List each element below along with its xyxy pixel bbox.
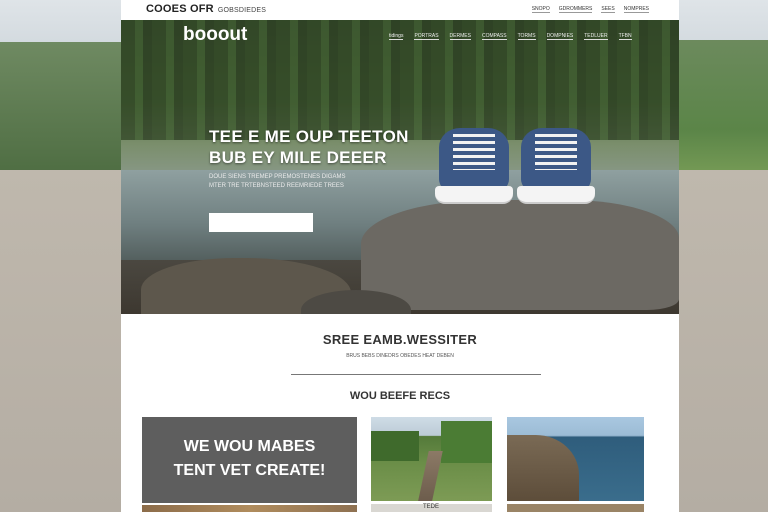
- promo-card-photo-strip: [142, 505, 357, 512]
- website-mockup: COOES OFR GOBSDIEDES SNOPO GDROMMERS SEES…: [121, 0, 679, 512]
- top-brand-name: COOES OFR: [146, 3, 214, 15]
- nav-item[interactable]: DOMPNIES: [546, 33, 574, 40]
- hero-tagline-line-2: MTER TRE TRTEBNSTEED REEMRIEDE TREES: [209, 183, 344, 189]
- sneaker-laces: [453, 134, 495, 170]
- coast-photo-card[interactable]: [507, 417, 644, 501]
- hero-headline-line-2: BUB EY MILE DEEER: [209, 148, 387, 167]
- nav-item[interactable]: PORTRAS: [414, 33, 439, 40]
- nav-item[interactable]: TORMS: [517, 33, 536, 40]
- nav-item[interactable]: TEDLUER: [584, 33, 608, 40]
- site-logo[interactable]: booout: [183, 24, 247, 46]
- coast-card-strip: [507, 504, 644, 512]
- big-rock: [361, 200, 679, 310]
- railway-card-label: TEDE: [423, 504, 440, 510]
- top-link[interactable]: SNOPO: [531, 6, 550, 13]
- railway-track: [417, 451, 443, 501]
- hero-search-input[interactable]: [209, 213, 313, 232]
- top-links: SNOPO GDROMMERS SEES NOMPRES: [531, 6, 649, 13]
- divider: [291, 374, 541, 375]
- nav-item[interactable]: DERMES: [449, 33, 471, 40]
- nav-item[interactable]: tidings: [389, 33, 404, 40]
- railway-card-strip: TEDE: [371, 504, 492, 512]
- top-brand-sub: GOBSDIEDES: [217, 7, 267, 14]
- section-title: SREE EAMB.WESSITER: [322, 332, 478, 347]
- railway-photo-card[interactable]: [371, 417, 492, 501]
- sneaker-sole: [435, 186, 513, 204]
- sneaker-left-image: [435, 120, 513, 210]
- sneaker-laces: [535, 134, 577, 170]
- top-link[interactable]: GDROMMERS: [558, 6, 593, 13]
- hero-banner: booout tidings PORTRAS DERMES COMPASS TO…: [121, 20, 679, 314]
- hero-headline-line-1: TEE E ME OUP TEETON: [209, 127, 409, 146]
- hill-left: [0, 42, 130, 172]
- works-title: WOU BEEFE RECS: [349, 390, 451, 402]
- tree-line-left: [371, 431, 419, 461]
- nav-item[interactable]: TFBN: [618, 33, 632, 40]
- top-bar: COOES OFR GOBSDIEDES SNOPO GDROMMERS SEES…: [121, 0, 679, 20]
- main-nav: tidings PORTRAS DERMES COMPASS TORMS DOM…: [389, 33, 632, 40]
- nav-item[interactable]: COMPASS: [481, 33, 507, 40]
- top-link[interactable]: NOMPRES: [623, 6, 649, 13]
- section-subtitle: BRUS BEBS DINEDRS OBEDES HEAT DEBEN: [346, 353, 454, 359]
- top-link[interactable]: SEES: [601, 6, 615, 13]
- sneaker-sole: [517, 186, 595, 204]
- hill-right: [675, 40, 768, 190]
- cliff: [507, 435, 579, 501]
- hero-tagline: DOUE SIENS TREMEP PREMOSTENES DIGAMS MTE…: [209, 173, 389, 191]
- promo-card-line-1: WE WOU MABES: [183, 438, 316, 455]
- hero-headline: TEE E ME OUP TEETON BUB EY MILE DEEER: [209, 126, 409, 168]
- hero-tagline-line-1: DOUE SIENS TREMEP PREMOSTENES DIGAMS: [209, 174, 346, 180]
- feature-section: SREE EAMB.WESSITER BRUS BEBS DINEDRS OBE…: [121, 314, 679, 512]
- sneaker-right-image: [517, 120, 595, 210]
- promo-card-line-2: TENT VET CREATE!: [173, 462, 326, 479]
- top-brand[interactable]: COOES OFR GOBSDIEDES: [146, 3, 266, 15]
- promo-card[interactable]: WE WOU MABES TENT VET CREATE!: [142, 417, 357, 503]
- promo-card-text: WE WOU MABES TENT VET CREATE!: [142, 435, 357, 483]
- tree-line-right: [441, 421, 492, 463]
